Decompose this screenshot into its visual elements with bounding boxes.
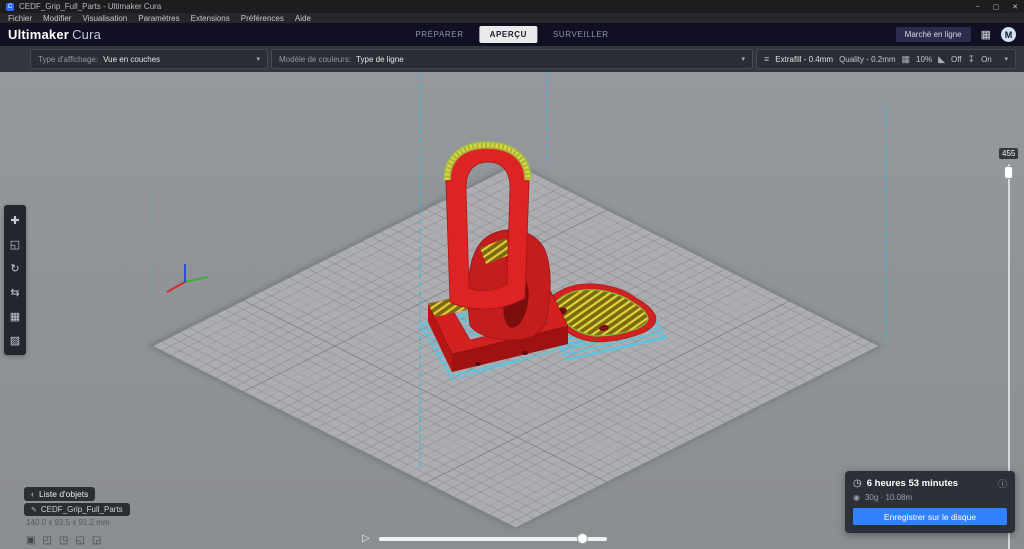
- menu-item-visualisation[interactable]: Visualisation: [82, 14, 127, 23]
- menu-item-preferences[interactable]: Préférences: [241, 14, 284, 23]
- print-job-panel: ◷ 6 heures 53 minutes ⓘ ◉ 30g · 10.08m E…: [845, 471, 1015, 533]
- color-scheme-value: Type de ligne: [356, 54, 404, 64]
- brand-ultimaker: Ultimaker: [8, 27, 70, 42]
- clock-icon: ◷: [853, 478, 862, 489]
- view-type-dropdown[interactable]: Type d'affichage: Vue en couches ▾: [30, 49, 268, 69]
- app-icon: C: [6, 2, 14, 11]
- collapse-icon: ‹: [31, 489, 34, 499]
- edit-icon: ✎: [31, 506, 37, 514]
- scale-tool-icon[interactable]: ◱: [4, 232, 26, 256]
- view-top-icon[interactable]: ◳: [59, 535, 68, 546]
- material-nozzle-value: Extrafill - 0.4mm: [775, 54, 834, 64]
- view-front-icon[interactable]: ◰: [42, 535, 51, 546]
- app-header: Ultimaker Cura PRÉPARER APERÇU SURVEILLER…: [0, 23, 1024, 46]
- save-to-disk-button[interactable]: Enregistrer sur le disque: [853, 508, 1007, 525]
- infill-icon: ▦: [901, 53, 911, 64]
- menu-bar: Fichier Modifier Visualisation Paramètre…: [0, 13, 1024, 23]
- simulation-bar: ▷: [362, 532, 607, 544]
- brand-cura: Cura: [72, 27, 102, 42]
- infill-value: 10%: [916, 54, 933, 64]
- move-tool-icon[interactable]: ✚: [4, 208, 26, 232]
- chevron-down-icon: ▾: [741, 56, 745, 63]
- chevron-down-icon: ▾: [1004, 56, 1008, 63]
- layer-slider-handle[interactable]: [1004, 166, 1013, 179]
- tab-preparer[interactable]: PRÉPARER: [405, 26, 473, 43]
- object-dimensions: 140.0 x 93.5 x 91.2 mm: [26, 518, 110, 527]
- view-right-icon[interactable]: ◲: [92, 535, 101, 546]
- sliders-icon: ≡: [764, 54, 770, 64]
- simulation-slider-handle[interactable]: [576, 532, 588, 544]
- minimize-icon[interactable]: –: [976, 3, 980, 11]
- print-settings-summary[interactable]: ≡ Extrafill - 0.4mm Quality - 0.2mm ▦ 10…: [756, 49, 1016, 69]
- view-type-label: Type d'affichage:: [38, 54, 99, 64]
- view-left-icon[interactable]: ◱: [75, 535, 84, 546]
- stage-tabs: PRÉPARER APERÇU SURVEILLER: [405, 26, 618, 43]
- play-icon[interactable]: ▷: [362, 533, 370, 544]
- origin-axes-indicator: [166, 264, 209, 293]
- spool-icon: ◉: [853, 493, 860, 502]
- mirror-tool-icon[interactable]: ⇆: [4, 280, 26, 304]
- marketplace-button[interactable]: Marché en ligne: [895, 27, 971, 42]
- view-3d-icon[interactable]: ▣: [26, 535, 35, 546]
- support-value: Off: [950, 54, 962, 64]
- tab-surveiller[interactable]: SURVEILLER: [543, 26, 619, 43]
- menu-item-extensions[interactable]: Extensions: [191, 14, 230, 23]
- color-scheme-label: Modèle de couleurs:: [279, 54, 352, 64]
- object-list-panel: ‹ Liste d'objets ✎ CEDF_Grip_Full_Parts …: [24, 487, 130, 527]
- object-list-item[interactable]: ✎ CEDF_Grip_Full_Parts: [24, 503, 130, 516]
- support-icon: ◣: [938, 53, 945, 64]
- maximize-icon[interactable]: ▢: [993, 3, 1000, 11]
- adhesion-value: On: [981, 54, 992, 64]
- rotate-tool-icon[interactable]: ↻: [4, 256, 26, 280]
- menu-item-aide[interactable]: Aide: [295, 14, 311, 23]
- menu-item-parametres[interactable]: Paramètres: [138, 14, 179, 23]
- menu-item-fichier[interactable]: Fichier: [8, 14, 32, 23]
- support-blocker-icon[interactable]: ▨: [4, 328, 26, 352]
- object-list-title: Liste d'objets: [39, 489, 89, 499]
- adhesion-icon: ↧: [967, 53, 976, 64]
- window-title: CEDF_Grip_Full_Parts - Ultimaker Cura: [19, 2, 162, 11]
- chevron-down-icon: ▾: [256, 56, 260, 63]
- material-usage: 30g · 10.08m: [864, 493, 913, 502]
- print-duration: 6 heures 53 minutes: [866, 478, 959, 489]
- per-model-settings-icon[interactable]: ▦: [4, 304, 26, 328]
- close-icon[interactable]: ✕: [1012, 3, 1018, 11]
- layer-count-badge: 455: [999, 148, 1019, 159]
- profile-value: Quality - 0.2mm: [839, 54, 896, 64]
- view-type-value: Vue en couches: [103, 54, 161, 64]
- tool-panel: ✚ ◱ ↻ ⇆ ▦ ▨: [4, 205, 26, 355]
- object-list-header[interactable]: ‹ Liste d'objets: [24, 487, 96, 501]
- build-plate: [150, 163, 880, 529]
- apps-grid-icon[interactable]: ▦: [981, 28, 991, 41]
- brand-logo: Ultimaker Cura: [8, 27, 101, 42]
- object-name: CEDF_Grip_Full_Parts: [40, 505, 123, 514]
- view-options-bar: Type d'affichage: Vue en couches ▾ Modèl…: [0, 46, 1024, 72]
- menu-item-modifier[interactable]: Modifier: [43, 14, 71, 23]
- avatar[interactable]: M: [1001, 27, 1016, 42]
- window-title-bar: C CEDF_Grip_Full_Parts - Ultimaker Cura …: [0, 0, 1024, 13]
- info-icon[interactable]: ⓘ: [998, 477, 1007, 490]
- 3d-viewport[interactable]: ✚ ◱ ↻ ⇆ ▦ ▨ 455 ▷ ‹ Liste d'objets ✎ CED…: [0, 72, 1024, 549]
- camera-presets: ▣ ◰ ◳ ◱ ◲: [26, 535, 101, 546]
- tab-apercu[interactable]: APERÇU: [479, 26, 537, 43]
- color-scheme-dropdown[interactable]: Modèle de couleurs: Type de ligne ▾: [271, 49, 753, 69]
- simulation-slider-track[interactable]: [378, 532, 607, 544]
